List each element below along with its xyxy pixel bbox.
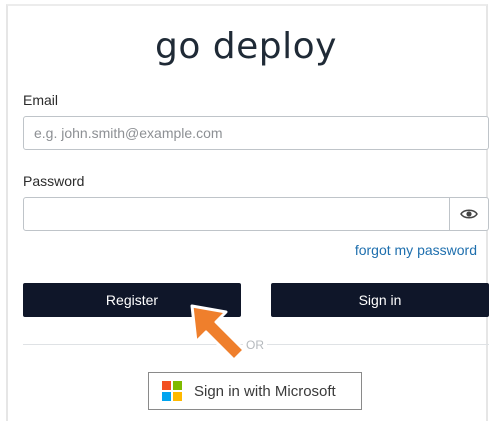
password-label: Password xyxy=(23,173,85,189)
sign-in-button[interactable]: Sign in xyxy=(271,283,489,317)
email-label: Email xyxy=(23,92,59,108)
or-divider-text: OR xyxy=(246,338,264,352)
microsoft-button-label: Sign in with Microsoft xyxy=(194,382,336,400)
divider-right xyxy=(267,344,489,345)
microsoft-logo-icon xyxy=(162,381,182,401)
register-button[interactable]: Register xyxy=(23,283,241,317)
email-field[interactable] xyxy=(23,116,489,150)
show-password-button[interactable] xyxy=(449,198,488,230)
eye-icon xyxy=(460,209,478,219)
sign-in-with-microsoft-button[interactable]: Sign in with Microsoft xyxy=(148,372,362,410)
password-field[interactable] xyxy=(24,198,449,230)
forgot-password-link[interactable]: forgot my password xyxy=(355,242,477,258)
divider-left xyxy=(23,344,243,345)
password-field-group xyxy=(23,197,489,231)
app-title: go deploy xyxy=(154,26,337,67)
